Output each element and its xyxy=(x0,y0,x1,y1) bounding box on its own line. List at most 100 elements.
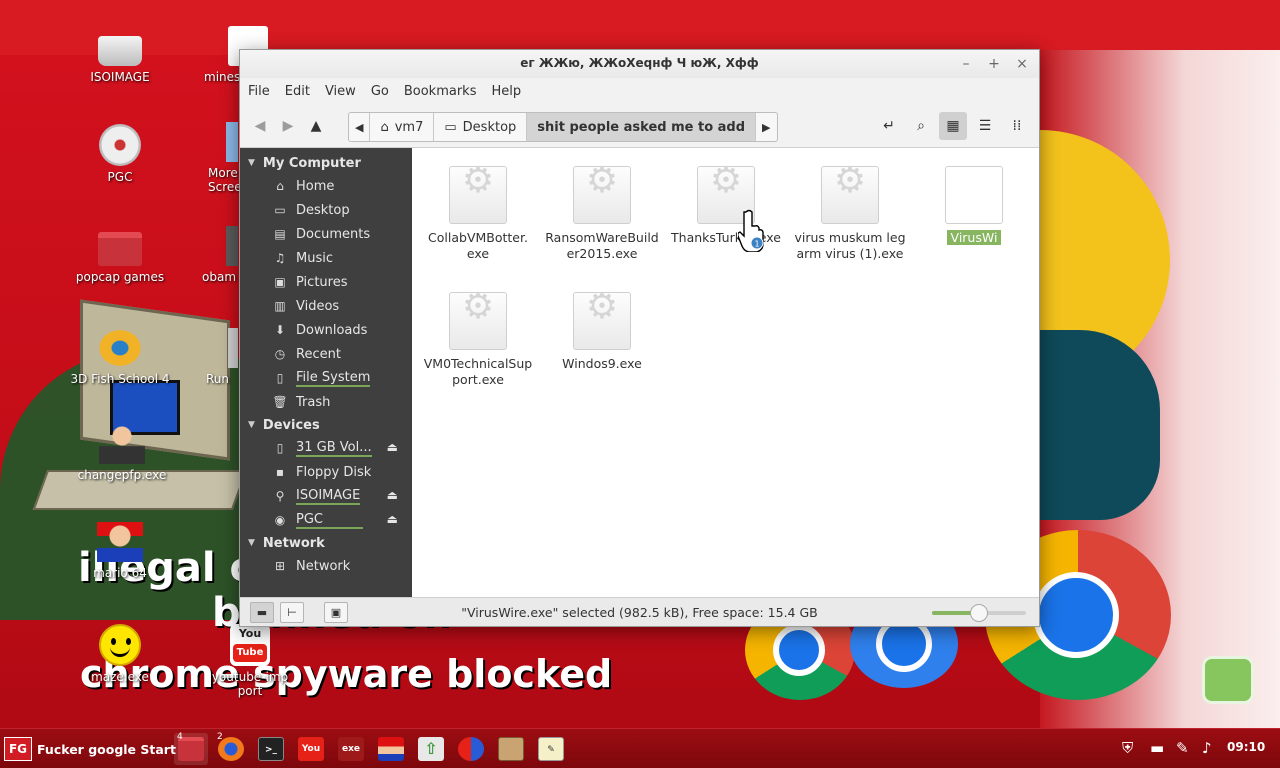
executable-icon xyxy=(945,166,1003,224)
file-item[interactable]: ThanksTurkey.exe xyxy=(664,166,788,246)
taskbar-files[interactable]: 4 xyxy=(174,732,208,765)
minimize-button[interactable]: – xyxy=(956,54,976,74)
window-titlebar[interactable]: ег ЖЖю, ЖЖоХеqнф Ч юЖ, Хфф – + × xyxy=(240,50,1039,78)
file-item-selected[interactable]: VirusWi xyxy=(912,166,1036,246)
sidebar-section-title: Network xyxy=(262,535,325,551)
desktop-icon-changepfp[interactable]: changepfp.exe xyxy=(72,424,172,482)
sidebar-item-videos[interactable]: ▥ Videos xyxy=(240,294,412,318)
breadcrumb-right-arrow[interactable]: ▶ xyxy=(756,113,776,141)
volume-icon[interactable]: ♪ xyxy=(1202,739,1212,757)
breadcrumb-left-arrow[interactable]: ◀ xyxy=(349,113,371,141)
file-name: virus muskum leg arm virus (1).exe xyxy=(794,230,906,261)
pen-icon[interactable]: ✎ xyxy=(1176,739,1189,757)
window-title: ег ЖЖю, ЖЖоХеqнф Ч юЖ, Хфф xyxy=(520,56,759,70)
file-item[interactable]: virus muskum leg arm virus (1).exe xyxy=(788,166,912,262)
sidebar-item-documents[interactable]: ▤ Documents xyxy=(240,222,412,246)
shield-icon[interactable]: ⛨ xyxy=(1122,739,1133,757)
file-name: VirusWi xyxy=(946,230,1002,245)
mario-icon xyxy=(378,737,404,761)
close-button[interactable]: × xyxy=(1012,54,1032,74)
desktop-icon-youtube-import[interactable]: You Tube youtube-imp port xyxy=(200,624,300,698)
taskbar-archive[interactable] xyxy=(494,733,528,765)
executable-icon xyxy=(573,166,631,224)
up-button[interactable]: ▲ xyxy=(302,112,330,140)
sidebar-item-31gb-volume[interactable]: ▯ 31 GB Vol... ⏏ xyxy=(240,436,412,460)
sidebar-section-my-computer[interactable]: ▼ My Computer xyxy=(240,152,412,174)
file-item[interactable]: CollabVMBotter. exe xyxy=(416,166,540,262)
keyboard-icon[interactable]: ▬ xyxy=(1150,739,1164,757)
person-icon xyxy=(99,424,145,464)
eject-icon[interactable]: ⏏ xyxy=(387,488,398,502)
list-view-button[interactable]: ☰ xyxy=(971,112,999,140)
network-icon: ⊞ xyxy=(274,559,286,573)
taskbar-youtube[interactable]: You xyxy=(294,733,328,765)
desktop-icon-mario-64[interactable]: mario 64 xyxy=(70,522,170,580)
back-button[interactable]: ◀ xyxy=(246,112,274,140)
eject-icon[interactable]: ⏏ xyxy=(387,512,398,526)
file-name: CollabVMBotter. exe xyxy=(428,230,528,261)
desktop-icon-maze[interactable]: maze.exe xyxy=(70,624,170,684)
file-view[interactable]: CollabVMBotter. exe RansomWareBuild er20… xyxy=(412,148,1039,597)
menu-edit[interactable]: Edit xyxy=(285,84,310,99)
taskbar-firefox[interactable]: 2 xyxy=(214,732,248,765)
icon-view-button[interactable]: ▦ xyxy=(939,112,967,140)
drive-icon: ▯ xyxy=(276,441,284,455)
trash-icon: 🗑 xyxy=(272,395,288,409)
taskbar-update[interactable]: ⇧ xyxy=(414,733,448,765)
taskbar-mario[interactable] xyxy=(374,733,408,765)
menu-bookmarks[interactable]: Bookmarks xyxy=(404,84,477,99)
maximize-button[interactable]: + xyxy=(984,54,1004,74)
file-item[interactable]: RansomWareBuild er2015.exe xyxy=(540,166,664,262)
sidebar-item-recent[interactable]: ◷ Recent xyxy=(240,342,412,366)
search-button[interactable]: ⌕ xyxy=(907,112,935,140)
zoom-slider-knob[interactable] xyxy=(970,604,988,622)
eject-icon[interactable]: ⏏ xyxy=(387,440,398,454)
menu-view[interactable]: View xyxy=(325,84,356,99)
compact-view-button[interactable]: ⁞⁞ xyxy=(1003,112,1031,140)
toggle-location-button[interactable]: ↵ xyxy=(875,112,903,140)
menu-go[interactable]: Go xyxy=(371,84,389,99)
zoom-slider[interactable] xyxy=(932,604,1026,622)
desktop-icon-label: maze.exe xyxy=(91,670,149,684)
taskbar-terminal[interactable]: >_ xyxy=(254,733,288,765)
desktop-icon-label: obam xyxy=(202,270,237,284)
taskbar-browser[interactable] xyxy=(454,733,488,765)
sidebar-item-network[interactable]: ⊞ Network xyxy=(240,554,412,578)
sidebar-item-floppy-disk[interactable]: ▪ Floppy Disk xyxy=(240,460,412,484)
breadcrumb-desktop[interactable]: ▭ Desktop xyxy=(434,113,528,141)
start-menu-button[interactable]: FG Fucker google Start xyxy=(4,734,176,764)
sidebar-item-music[interactable]: ♫ Music xyxy=(240,246,412,270)
desktop-icon-3d-fish-school[interactable]: 3D Fish School 4 xyxy=(70,328,170,386)
forward-button[interactable]: ▶ xyxy=(274,112,302,140)
desktop-icon-popcap-games[interactable]: popcap games xyxy=(70,226,170,284)
breadcrumb-vm7[interactable]: ⌂ vm7 xyxy=(370,113,435,141)
sidebar-item-isoimage[interactable]: ⚲ ISOIMAGE ⏏ xyxy=(240,484,412,508)
taskbar-youtube-exe[interactable]: exe xyxy=(334,733,368,765)
menu-help[interactable]: Help xyxy=(491,84,521,99)
file-item[interactable]: VM0TechnicalSup port.exe xyxy=(416,292,540,388)
sidebar-item-pictures[interactable]: ▣ Pictures xyxy=(240,270,412,294)
menu-file[interactable]: File xyxy=(248,84,270,99)
sidebar-section-devices[interactable]: ▼ Devices xyxy=(240,414,412,436)
sidebar-item-label: ISOIMAGE xyxy=(296,487,361,505)
view-controls: ↵ ⌕ ▦ ☰ ⁞⁞ xyxy=(871,112,1031,140)
sidebar-item-pgc[interactable]: ◉ PGC ⏏ xyxy=(240,508,412,532)
breadcrumb-current-folder[interactable]: shit people asked me to add xyxy=(527,113,757,141)
pictures-icon: ▣ xyxy=(274,275,286,289)
mario-icon xyxy=(97,522,143,562)
sidebar-item-home[interactable]: ⌂ Home xyxy=(240,174,412,198)
desktop-icon-isoimage[interactable]: ISOIMAGE xyxy=(70,28,170,84)
videos-icon: ▥ xyxy=(274,299,286,313)
taskbar-editor[interactable]: ✎ xyxy=(534,733,568,765)
sidebar-item-file-system[interactable]: ▯ File System xyxy=(240,366,412,390)
desktop-icon-pgc[interactable]: PGC xyxy=(70,124,170,184)
sidebar-item-downloads[interactable]: ⬇ Downloads xyxy=(240,318,412,342)
sidebar-item-trash[interactable]: 🗑 Trash xyxy=(240,390,412,414)
sidebar-section-network[interactable]: ▼ Network xyxy=(240,532,412,554)
menu-bar: File Edit View Go Bookmarks Help xyxy=(240,78,1039,104)
sidebar-item-desktop[interactable]: ▭ Desktop xyxy=(240,198,412,222)
file-item[interactable]: Windos9.exe xyxy=(540,292,664,372)
sidebar-item-label: PGC xyxy=(296,512,363,529)
clock[interactable]: 09:10 xyxy=(1227,740,1265,754)
desktop-icon-label: mario 64 xyxy=(93,566,147,580)
